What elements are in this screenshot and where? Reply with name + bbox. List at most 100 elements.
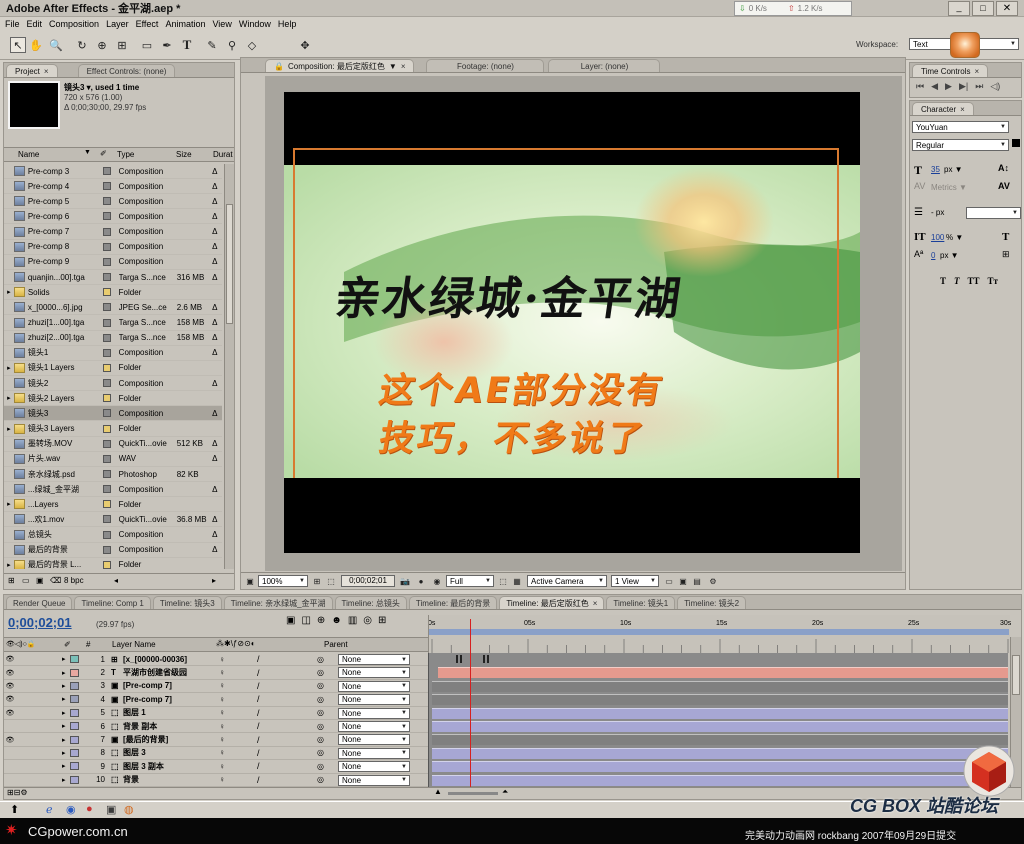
label-swatch[interactable] (70, 775, 79, 784)
menu-file[interactable]: File (5, 19, 20, 29)
label-swatch[interactable] (102, 424, 111, 433)
snapshot-camera-icon[interactable]: 📷 (399, 575, 411, 587)
pickwhip-icon[interactable]: ◎ (317, 748, 329, 757)
menu-layer[interactable]: Layer (106, 19, 129, 29)
current-time-display[interactable]: 0;00;02;01 (341, 575, 395, 587)
flowchart-icon[interactable]: ⚙ (707, 575, 719, 587)
desktop-icon[interactable]: ⬆ (10, 803, 19, 816)
layer-name[interactable]: 背景 副本 (123, 721, 219, 732)
label-swatch[interactable] (102, 348, 111, 357)
play-icon[interactable]: ▶ (945, 81, 952, 92)
label-swatch[interactable] (70, 695, 79, 704)
quality-switch-icon[interactable]: / (257, 748, 317, 758)
label-swatch[interactable] (70, 762, 79, 771)
label-swatch[interactable] (102, 318, 111, 327)
quality-switch-icon[interactable]: / (257, 681, 317, 691)
media-icon[interactable]: ● (86, 803, 93, 815)
expand-arrow-icon[interactable]: ▸ (4, 288, 14, 296)
expand-arrow-icon[interactable]: ▸ (62, 709, 70, 717)
timeline-tab[interactable]: Timeline: Comp 1 (74, 596, 151, 609)
motion-blur-icon[interactable]: ◎ (363, 615, 372, 626)
interpret-footage-icon[interactable]: ⊞ (8, 576, 15, 585)
label-swatch[interactable] (70, 668, 79, 677)
project-scrollbar[interactable] (224, 164, 234, 569)
shy-switch-icon[interactable]: ♀ (219, 748, 235, 757)
timeline-tab[interactable]: Timeline: 总镜头 (334, 596, 407, 609)
fill-color-swatch[interactable] (1012, 139, 1020, 147)
expand-arrow-icon[interactable]: ▸ (62, 762, 70, 770)
menu-window[interactable]: Window (239, 19, 271, 29)
brush-tool-icon[interactable]: ✎ (204, 37, 220, 53)
tab-layer[interactable]: Layer: (none) (548, 59, 661, 72)
magnification-dropdown[interactable]: 100% (258, 575, 308, 587)
timeline-layer-row[interactable]: 👁 ▸ 5 ⬚ 图层 1 ♀ / ◎ None (4, 707, 428, 720)
pickwhip-icon[interactable]: ◎ (317, 762, 329, 771)
expand-arrow-icon[interactable]: ▸ (62, 736, 70, 744)
layer-duration-bar[interactable] (432, 734, 1008, 746)
menu-composition[interactable]: Composition (49, 19, 99, 29)
expand-arrow-icon[interactable]: ▸ (62, 695, 70, 703)
label-column-icon[interactable]: ✐ (100, 149, 107, 158)
project-item[interactable]: Pre-comp 9 Composition Δ (4, 255, 222, 270)
expand-arrow-icon[interactable]: ▸ (4, 425, 14, 433)
text-style-button[interactable]: T (954, 276, 960, 286)
label-swatch[interactable] (70, 655, 79, 664)
layer-duration-bar[interactable] (432, 761, 1008, 773)
mask-view-icon[interactable]: ⬚ (325, 575, 337, 587)
project-item[interactable]: zhuzi[2...00].tga Targa S...nce 158 MB Δ (4, 331, 222, 346)
project-item[interactable]: Pre-comp 5 Composition Δ (4, 194, 222, 210)
tab-footage[interactable]: Footage: (none) (426, 59, 545, 72)
new-comp-icon[interactable]: ▣ (36, 576, 44, 585)
project-item[interactable]: ▸ ...Layers Folder (4, 497, 222, 513)
parent-dropdown[interactable]: None (338, 707, 410, 719)
app-icon[interactable]: ▣ (106, 803, 116, 816)
tab-time-controls[interactable]: Time Controls × (912, 64, 989, 77)
text-style-button[interactable]: Tт (988, 276, 998, 286)
parent-dropdown[interactable]: None (338, 654, 410, 665)
menu-animation[interactable]: Animation (165, 19, 205, 29)
views-dropdown[interactable]: 1 View (611, 575, 659, 587)
next-frame-icon[interactable]: ▶| (959, 81, 968, 92)
shy-switch-icon[interactable]: ♀ (219, 722, 235, 731)
label-swatch[interactable] (102, 197, 111, 206)
label-swatch[interactable] (102, 500, 111, 509)
layer-duration-bar[interactable] (432, 721, 1008, 732)
project-item[interactable]: Pre-comp 4 Composition Δ (4, 179, 222, 195)
timeline-tab[interactable]: Timeline: 镜头1 (606, 596, 676, 609)
menu-edit[interactable]: Edit (27, 19, 43, 29)
current-time-indicator[interactable] (469, 619, 471, 787)
layer-name[interactable]: 平湖市创建省级园 (123, 667, 219, 678)
timeline-layer-row[interactable]: 👁 ▸ 1 ⊞ [x_[00000-00036] ♀ / ◎ None (4, 653, 428, 667)
rectangle-mask-icon[interactable]: ▭ (139, 37, 155, 53)
tab-composition[interactable]: 🔒 Composition: 最后定版红色 ▼ × (265, 59, 415, 72)
first-frame-icon[interactable]: ⏮ (916, 81, 924, 92)
menu-effect[interactable]: Effect (136, 19, 159, 29)
project-item[interactable]: 镜头1 Composition Δ (4, 346, 222, 361)
layer-duration-bar[interactable] (432, 774, 1008, 786)
layer-duration-bar[interactable] (432, 747, 1008, 759)
project-item[interactable]: 墨转场.MOV QuickTi...ovie 512 KB Δ (4, 437, 222, 452)
expand-arrow-icon[interactable]: ▸ (62, 776, 70, 784)
eye-icon[interactable]: 👁 (4, 655, 16, 663)
type-tool-icon[interactable]: T (179, 37, 195, 53)
eye-icon[interactable]: 👁 (4, 695, 16, 703)
always-preview-icon[interactable]: ▣ (244, 575, 256, 587)
frame-blending-icon[interactable]: ▥ (348, 615, 357, 626)
label-swatch[interactable] (70, 722, 79, 731)
timeline-tab[interactable]: Timeline: 镜头2 (677, 596, 747, 609)
column-layer-name[interactable]: Layer Name (112, 640, 156, 649)
project-item[interactable]: quanjin...00].tga Targa S...nce 316 MB Δ (4, 270, 222, 286)
label-swatch[interactable] (102, 363, 111, 372)
scroll-left-icon[interactable]: ◂ (114, 576, 118, 585)
eraser-tool-icon[interactable]: ◇ (244, 37, 260, 53)
expand-arrow-icon[interactable]: ▸ (62, 749, 70, 757)
label-swatch[interactable] (102, 470, 111, 478)
project-item[interactable]: Pre-comp 8 Composition Δ (4, 240, 222, 255)
label-swatch[interactable] (102, 273, 111, 282)
expand-arrow-icon[interactable]: ▸ (62, 722, 70, 730)
close-icon[interactable]: ✕ (996, 1, 1018, 16)
zoom-slider[interactable] (448, 792, 498, 795)
timeline-tab[interactable]: Timeline: 镜头3 (152, 596, 222, 609)
label-swatch[interactable] (70, 735, 79, 744)
parent-dropdown[interactable]: None (338, 721, 410, 732)
